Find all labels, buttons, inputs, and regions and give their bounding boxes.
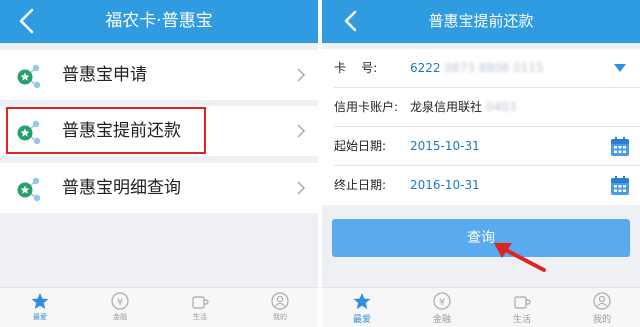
star-icon <box>353 293 371 309</box>
tab-bar: 最爱 ¥ 金融 生活 我的 <box>0 287 318 327</box>
menu-item-label: 普惠宝明细查询 <box>62 178 181 198</box>
chevron-right-icon <box>297 181 306 195</box>
cup-icon <box>514 296 531 309</box>
svg-text:¥: ¥ <box>117 297 123 308</box>
tab-life[interactable]: 生活 <box>170 292 230 326</box>
query-button[interactable]: 查询 <box>332 219 630 257</box>
calendar-icon[interactable] <box>610 136 630 157</box>
card-number-value[interactable]: 6222 0873 8808 0115 <box>410 49 544 88</box>
svg-text:¥: ¥ <box>439 297 445 308</box>
tab-mine[interactable]: 我的 <box>250 292 310 326</box>
page-title: 普惠宝提前还款 <box>428 12 534 30</box>
end-date-label: 终止日期: <box>334 178 387 192</box>
chevron-right-icon <box>297 68 306 82</box>
tab-life[interactable]: 生活 <box>492 292 552 326</box>
person-icon <box>593 292 611 310</box>
tab-finance[interactable]: ¥ 金融 <box>90 292 150 326</box>
yuan-icon: ¥ <box>111 292 129 310</box>
chevron-right-icon <box>297 124 306 138</box>
menu-item-label: 普惠宝申请 <box>62 65 147 85</box>
dropdown-arrow-icon[interactable] <box>614 64 626 73</box>
tab-bar: 最爱 ¥ 金融 生活 我的 <box>322 287 640 327</box>
menu-item-apply[interactable]: 普惠宝申请 <box>0 50 318 100</box>
tab-favorites[interactable]: 最爱 <box>332 292 392 326</box>
right-header: 普惠宝提前还款 <box>322 0 640 43</box>
red-pointer-arrow <box>494 243 546 272</box>
highlight-box <box>6 107 206 154</box>
tab-label: 我的 <box>592 315 611 325</box>
tab-mine[interactable]: 我的 <box>572 292 632 326</box>
tab-label: 最爱 <box>352 315 371 325</box>
person-icon <box>271 292 289 310</box>
menu-item-details[interactable]: 普惠宝明细查询 <box>0 163 318 213</box>
tab-label: 我的 <box>273 313 287 321</box>
credit-account-row: 信用卡账户: 龙泉信用联社 0403 <box>322 88 640 127</box>
start-date-label: 起始日期: <box>334 139 387 153</box>
tab-finance[interactable]: ¥ 金融 <box>412 292 472 326</box>
yuan-icon: ¥ <box>433 292 451 310</box>
repay-form: 卡 号: 6222 0873 8808 0115 信用卡账户: 龙泉信用联社 0… <box>322 49 640 205</box>
start-date-value[interactable]: 2015-10-31 <box>410 127 480 166</box>
left-screen: 福农卡·普惠宝 普惠宝申请 普惠宝提前还款 普惠宝明细查询 最爱 ¥ 金融 生活… <box>0 0 318 327</box>
tab-label: 生活 <box>193 313 207 321</box>
share-star-icon <box>17 64 41 89</box>
card-number-label: 卡 号: <box>334 61 378 75</box>
tab-label: 金融 <box>432 315 451 325</box>
cup-icon <box>192 296 209 309</box>
tab-favorites[interactable]: 最爱 <box>10 292 70 326</box>
tab-label: 最爱 <box>33 313 47 321</box>
card-number-row[interactable]: 卡 号: 6222 0873 8808 0115 <box>322 49 640 88</box>
calendar-icon[interactable] <box>610 175 630 196</box>
page-title: 福农卡·普惠宝 <box>105 11 213 31</box>
end-date-value[interactable]: 2016-10-31 <box>410 166 480 205</box>
share-star-icon <box>17 177 41 202</box>
end-date-row[interactable]: 终止日期: 2016-10-31 <box>322 166 640 205</box>
credit-account-label: 信用卡账户: <box>334 100 399 114</box>
screenshot-stage: 福农卡·普惠宝 普惠宝申请 普惠宝提前还款 普惠宝明细查询 最爱 ¥ 金融 生活… <box>0 0 640 327</box>
credit-account-value: 龙泉信用联社 0403 <box>410 88 516 127</box>
star-icon <box>31 293 49 309</box>
tab-label: 金融 <box>113 313 127 321</box>
tab-label: 生活 <box>512 315 531 325</box>
credit-account-masked: 0403 <box>485 100 517 114</box>
left-header: 福农卡·普惠宝 <box>0 0 318 43</box>
right-screen: 普惠宝提前还款 卡 号: 6222 0873 8808 0115 信用卡账户: … <box>322 0 640 327</box>
start-date-row[interactable]: 起始日期: 2015-10-31 <box>322 127 640 166</box>
card-number-masked: 0873 8808 0115 <box>444 61 544 75</box>
